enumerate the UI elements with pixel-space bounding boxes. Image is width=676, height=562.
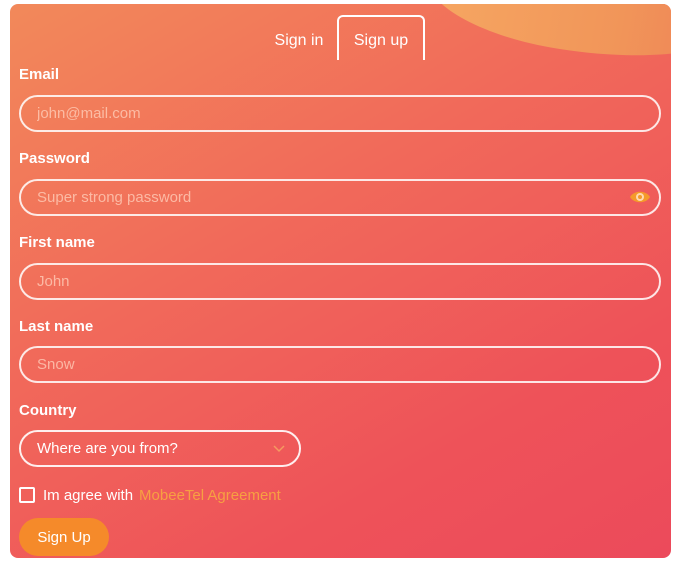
last-name-field-wrapper: [19, 346, 661, 383]
first-name-label: First name: [19, 234, 95, 251]
password-field[interactable]: [37, 181, 617, 214]
agreement-text: Im agree with: [43, 486, 134, 504]
first-name-field[interactable]: [37, 265, 617, 298]
email-field-wrapper: [19, 95, 661, 132]
last-name-label: Last name: [19, 318, 94, 335]
tab-sign-up[interactable]: Sign up: [337, 15, 425, 60]
agreement-link[interactable]: MobeeTel Agreement: [139, 487, 281, 504]
country-select[interactable]: Where are you from?: [19, 430, 301, 467]
country-selected-value: Where are you from?: [37, 440, 178, 457]
sign-up-button[interactable]: Sign Up: [19, 518, 109, 556]
password-label: Password: [19, 150, 90, 167]
tab-sign-in[interactable]: Sign in: [264, 24, 334, 58]
auth-tabs: Sign in Sign up: [10, 4, 671, 60]
chevron-down-icon: [273, 445, 285, 453]
email-label: Email: [19, 66, 60, 83]
agreement-checkbox[interactable]: [19, 487, 35, 503]
agreement-row: Im agree with MobeeTel Agreement: [19, 485, 281, 505]
first-name-field-wrapper: [19, 263, 661, 300]
signup-panel: Sign in Sign up Email Password First nam…: [10, 4, 671, 558]
password-field-wrapper: [19, 179, 661, 216]
last-name-field[interactable]: [37, 348, 617, 381]
email-field[interactable]: [37, 97, 617, 130]
eye-icon[interactable]: [629, 188, 651, 206]
country-label: Country: [19, 402, 77, 419]
